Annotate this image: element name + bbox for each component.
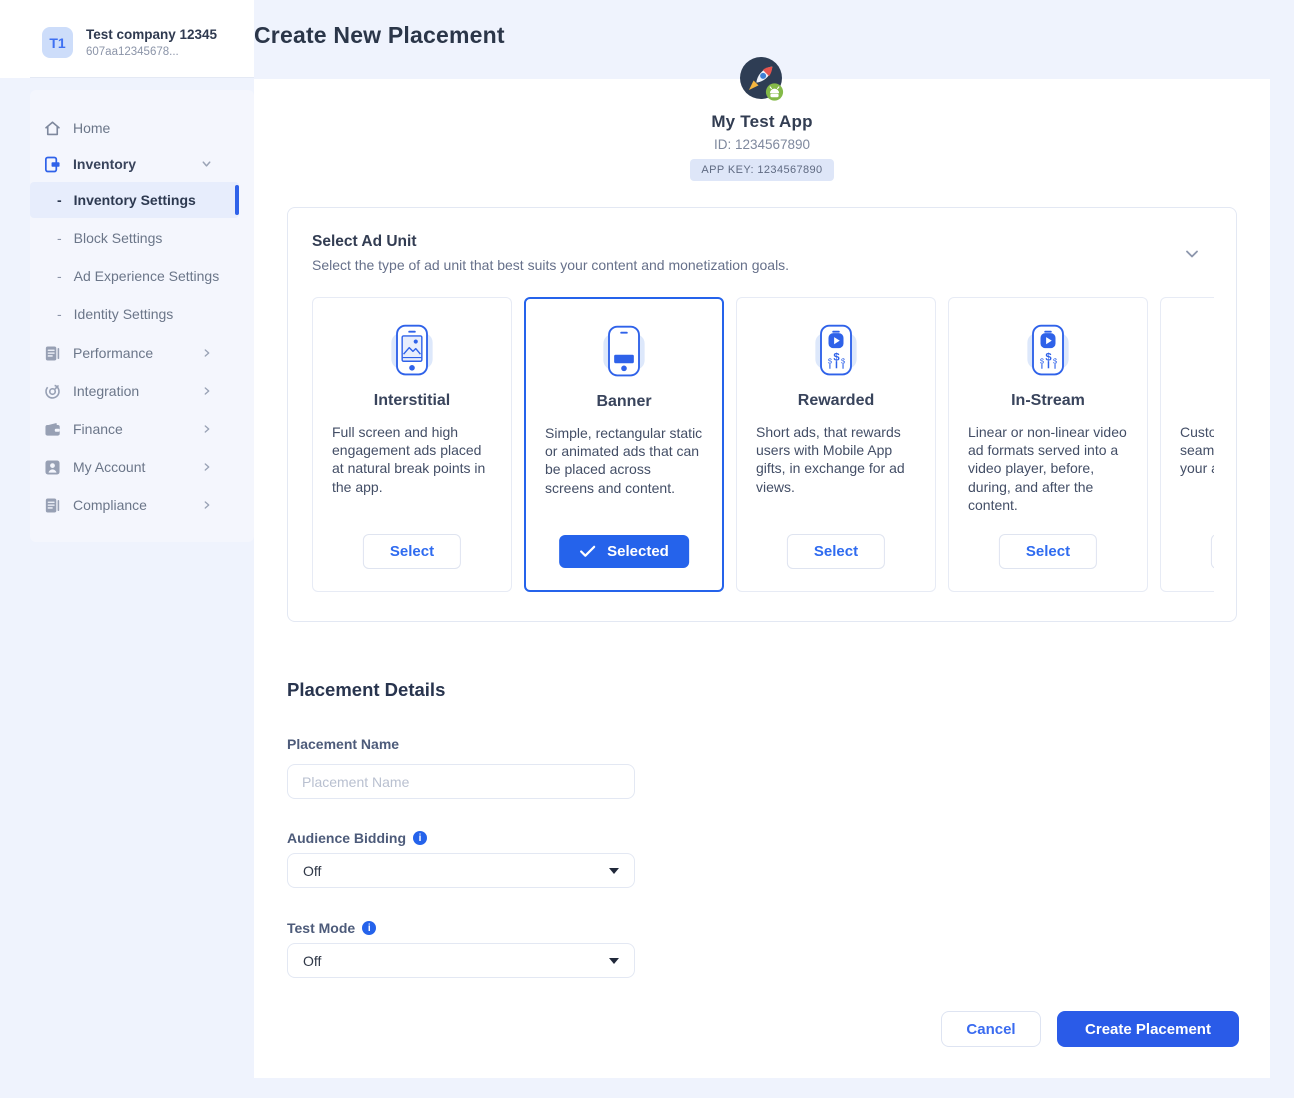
sidebar-item-label: Finance [73, 421, 123, 437]
chevron-right-icon [201, 423, 213, 435]
sidebar-item-finance[interactable]: Finance [30, 415, 239, 443]
interstitial-phone-icon [380, 320, 444, 380]
rewarded-phone-icon: $ $ $ [804, 320, 868, 380]
select-ad-unit-panel: Select Ad Unit Select the type of ad uni… [287, 207, 1237, 622]
collapse-chevron-icon[interactable] [1182, 244, 1202, 264]
selected-button-label: Selected [607, 543, 669, 560]
sidebar-nav: Home Inventory - Inventory Settings - Bl… [30, 90, 254, 542]
sidebar-item-label: My Account [73, 459, 145, 475]
audience-bidding-label: Audience Bidding i [287, 830, 427, 846]
sub-item-bullet: - [57, 192, 62, 208]
ad-unit-name: Interstitial [313, 392, 511, 410]
user-icon [43, 458, 62, 477]
in-stream-phone-icon: $ $ $ [1016, 320, 1080, 380]
page-title: Create New Placement [254, 22, 505, 49]
sub-item-bullet: - [57, 268, 62, 284]
cancel-button[interactable]: Cancel [941, 1011, 1041, 1047]
selected-button[interactable]: Selected [559, 535, 689, 568]
sidebar-item-label: Ad Experience Settings [74, 268, 220, 284]
sidebar-item-label: Compliance [73, 497, 147, 513]
ad-unit-description: Short ads, that rewards users with Mobil… [756, 423, 916, 496]
ad-unit-name: Rewarded [737, 392, 935, 410]
audience-bidding-value: Off [303, 863, 321, 879]
select-button[interactable]: Select [999, 534, 1097, 569]
wallet-icon [43, 420, 62, 439]
sidebar-item-my-account[interactable]: My Account [30, 453, 239, 481]
sidebar-item-label: Block Settings [74, 230, 163, 246]
select-button[interactable]: Select [1211, 534, 1214, 569]
caret-down-icon [609, 868, 619, 874]
sidebar-item-label: Identity Settings [74, 306, 174, 322]
document-icon [43, 496, 62, 515]
audience-bidding-select[interactable]: Off [287, 853, 635, 888]
ad-unit-card-in-stream: $ $ $ In-Stream Linear or non-linear vid… [948, 297, 1148, 592]
inventory-icon [43, 155, 62, 174]
chevron-right-icon [201, 499, 213, 511]
banner-phone-icon [592, 321, 656, 381]
ad-unit-card-banner: Banner Simple, rectangular static or ani… [524, 297, 724, 592]
company-avatar: T1 [42, 27, 73, 58]
placement-name-label: Placement Name [287, 736, 399, 752]
ad-unit-card-native: Native Customized ads that seamlessly bl… [1160, 297, 1214, 592]
ad-unit-description: Simple, rectangular static or animated a… [545, 424, 703, 497]
ad-unit-cards-row: Interstitial Full screen and high engage… [312, 297, 1214, 596]
active-indicator-bar [235, 185, 240, 215]
home-icon [43, 119, 62, 138]
company-name: Test company 12345 [86, 27, 217, 42]
test-mode-value: Off [303, 953, 321, 969]
select-ad-unit-title: Select Ad Unit [312, 233, 417, 251]
select-ad-unit-subtitle: Select the type of ad unit that best sui… [312, 257, 789, 273]
select-button[interactable]: Select [787, 534, 885, 569]
create-placement-button[interactable]: Create Placement [1057, 1011, 1239, 1047]
sidebar-item-block-settings[interactable]: - Block Settings [30, 224, 239, 252]
sidebar-item-inventory[interactable]: Inventory [30, 150, 239, 178]
company-selector[interactable]: T1 Test company 12345 607aa12345678... [42, 27, 217, 58]
sidebar-item-label: Home [73, 120, 110, 136]
placement-details-title: Placement Details [287, 679, 445, 701]
sidebar-item-label: Performance [73, 345, 153, 361]
sidebar-item-label: Inventory Settings [74, 192, 196, 208]
sub-item-bullet: - [57, 306, 62, 322]
sub-item-bullet: - [57, 230, 62, 246]
ad-unit-card-interstitial: Interstitial Full screen and high engage… [312, 297, 512, 592]
sidebar-item-identity-settings[interactable]: - Identity Settings [30, 300, 239, 328]
ad-unit-card-rewarded: $ $ $ Rewarded Short ads, that rewards u… [736, 297, 936, 592]
sidebar-item-integration[interactable]: Integration [30, 377, 239, 405]
ad-unit-description: Full screen and high engagement ads plac… [332, 423, 492, 496]
sidebar-item-compliance[interactable]: Compliance [30, 491, 239, 519]
ad-unit-name: Native [1161, 392, 1214, 410]
chevron-right-icon [201, 347, 213, 359]
sidebar-item-inventory-settings[interactable]: - Inventory Settings [30, 182, 239, 218]
main-content: My Test App ID: 1234567890 APP KEY: 1234… [254, 79, 1270, 1078]
sidebar-item-label: Integration [73, 383, 139, 399]
sidebar-item-ad-experience-settings[interactable]: - Ad Experience Settings [30, 262, 239, 290]
app-rocket-icon [738, 56, 786, 104]
test-mode-select[interactable]: Off [287, 943, 635, 978]
chevron-down-icon [200, 158, 213, 171]
app-name: My Test App [254, 112, 1270, 132]
placement-name-input[interactable] [287, 764, 635, 799]
caret-down-icon [609, 958, 619, 964]
target-icon [43, 382, 62, 401]
info-icon[interactable]: i [413, 831, 427, 845]
sidebar-item-performance[interactable]: Performance [30, 339, 239, 367]
chevron-right-icon [201, 461, 213, 473]
ad-unit-name: Banner [526, 393, 722, 411]
report-icon [43, 344, 62, 363]
sidebar-item-label: Inventory [73, 156, 136, 172]
info-icon[interactable]: i [362, 921, 376, 935]
test-mode-label: Test Mode i [287, 920, 376, 936]
check-icon [579, 545, 596, 558]
sidebar-item-home[interactable]: Home [30, 114, 239, 142]
app-id: ID: 1234567890 [254, 137, 1270, 152]
ad-unit-description: Linear or non-linear video ad formats se… [968, 423, 1128, 514]
ad-unit-description: Customized ads that seamlessly blend int… [1180, 423, 1214, 478]
header-divider [30, 77, 254, 78]
ad-unit-name: In-Stream [949, 392, 1147, 410]
sidebar-header: T1 Test company 12345 607aa12345678... [0, 0, 254, 78]
chevron-right-icon [201, 385, 213, 397]
select-button[interactable]: Select [363, 534, 461, 569]
company-id: 607aa12345678... [86, 46, 217, 58]
app-key-badge: APP KEY: 1234567890 [690, 159, 833, 181]
